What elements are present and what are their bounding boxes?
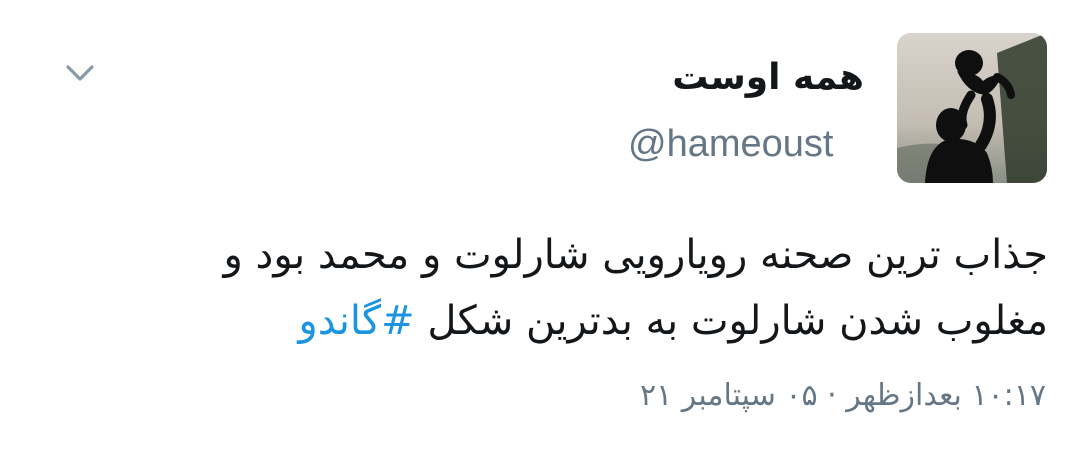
avatar-silhouette-image — [897, 33, 1047, 183]
chevron-down-icon[interactable] — [60, 56, 100, 92]
hashtag-link[interactable]: #گاندو — [298, 298, 414, 344]
tweet-text-line-2: مغلوب شدن شارلوت به بدترین شکل #گاندو — [48, 288, 1048, 354]
tweet-text-line-2-body: مغلوب شدن شارلوت به بدترین شکل — [414, 298, 1048, 344]
display-name[interactable]: همه اوست — [672, 50, 864, 106]
tweet-text-line-1: جذاب ترین صحنه رویارویی شارلوت و محمد بو… — [223, 232, 1049, 278]
user-handle[interactable]: @hameoust — [628, 118, 833, 170]
avatar[interactable] — [897, 33, 1047, 183]
tweet-text: جذاب ترین صحنه رویارویی شارلوت و محمد بو… — [48, 222, 1049, 354]
tweet-timestamp[interactable]: ۱۰:۱۷ بعدازظهر · ۰۵ سپتامبر ۲۱ — [640, 374, 1046, 418]
tweet-card: همه اوست @hameoust جذاب ترین صحنه رویارو… — [0, 0, 1080, 449]
